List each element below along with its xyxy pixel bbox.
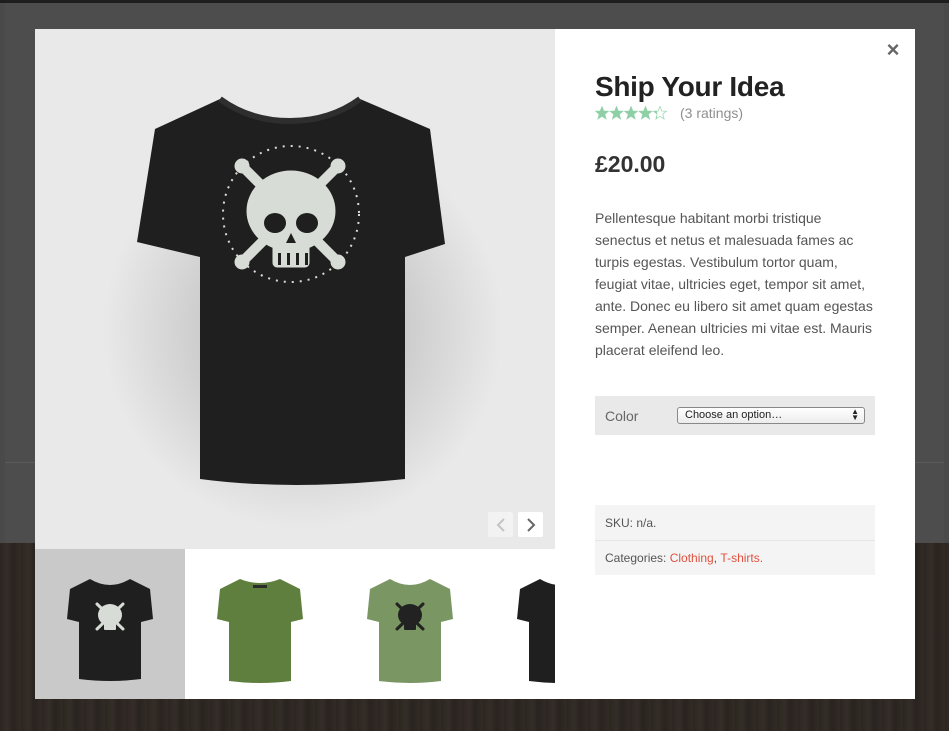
categories-end: . (759, 551, 764, 565)
close-icon[interactable]: × (883, 39, 903, 61)
category-separator: , (713, 551, 721, 565)
main-product-image[interactable] (35, 29, 555, 549)
category-link-clothing[interactable]: Clothing (670, 551, 714, 565)
product-meta: SKU: n/a. Categories: Clothing , T-shirt… (595, 505, 875, 575)
thumbnail-green-skull-tshirt[interactable] (335, 549, 485, 699)
black-tshirt-thumbnail-image (67, 579, 153, 681)
thumbnail-black-tshirt[interactable] (485, 549, 555, 699)
green-skull-tshirt-thumbnail-image (367, 579, 453, 683)
thumbnail-green-tshirt-back[interactable] (185, 549, 335, 699)
thumbnail-strip (35, 549, 555, 699)
product-gallery (35, 29, 555, 699)
categories-label: Categories: (605, 551, 670, 565)
thumbnail-black-skull-tshirt[interactable] (35, 549, 185, 699)
categories-row: Categories: Clothing , T-shirts . (595, 540, 875, 575)
tshirt-image (103, 96, 503, 529)
product-description: Pellentesque habitant morbi tristique se… (595, 210, 873, 358)
sku-text: SKU: n/a. (605, 515, 657, 530)
color-select[interactable]: Choose an option… ▲ ▼ (677, 407, 865, 424)
gallery-prev-button[interactable] (488, 512, 513, 537)
product-price: £20.00 (595, 151, 666, 177)
chevron-right-icon (526, 517, 535, 532)
green-tshirt-thumbnail-image (217, 579, 303, 683)
black-tshirt-partial-thumbnail-image (517, 579, 555, 683)
star-rating (595, 106, 667, 120)
quick-view-modal: × Ship Your Idea (3 ratings) £20.00 Pell… (35, 29, 915, 699)
color-select-value: Choose an option… (685, 409, 783, 421)
gallery-next-button[interactable] (518, 512, 543, 537)
variation-row: Color Choose an option… ▲ ▼ (595, 396, 875, 435)
select-arrows-icon: ▲ ▼ (851, 407, 859, 422)
category-link-tshirts[interactable]: T-shirts (720, 551, 759, 565)
chevron-left-icon (496, 517, 505, 532)
sku-row: SKU: n/a. (595, 505, 875, 540)
star-icon (595, 106, 667, 120)
product-rating: (3 ratings) (595, 105, 743, 121)
product-title: Ship Your Idea (595, 71, 785, 102)
ratings-count-link[interactable]: (3 ratings) (680, 105, 743, 121)
color-label: Color (605, 407, 639, 424)
